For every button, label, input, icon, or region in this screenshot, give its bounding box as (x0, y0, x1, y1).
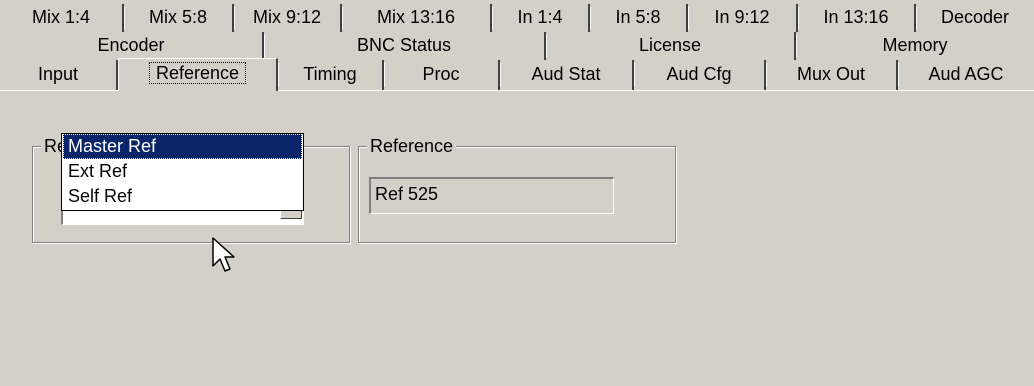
tab-label: Encoder (97, 35, 165, 55)
tab-label: In 5:8 (615, 7, 661, 27)
tab-label: Decoder (940, 7, 1010, 27)
tab-label: Timing (303, 64, 357, 84)
reference-value: Ref 525 (375, 184, 439, 204)
tab-label: Aud Cfg (666, 64, 732, 84)
tab-label: Mix 13:16 (376, 7, 456, 27)
tab-label: Input (37, 64, 79, 84)
tab-label: Mix 1:4 (31, 7, 91, 27)
mouse-pointer-icon (212, 237, 235, 272)
tab-label: In 13:16 (823, 7, 889, 27)
reference-group-title: Reference (367, 135, 457, 157)
tab-label: Mix 9:12 (252, 7, 322, 27)
tab-label: In 1:4 (517, 7, 563, 27)
tab-row-1: Mix 1:4 Mix 5:8 Mix 9:12 Mix 13:16 In 1:… (0, 4, 1034, 32)
tab-decoder[interactable]: Decoder (916, 4, 1034, 32)
tab-mix-9-12[interactable]: Mix 9:12 (234, 4, 342, 32)
tab-label: In 9:12 (714, 7, 770, 27)
reference-value-field: Ref 525 (369, 177, 614, 214)
tab-mix-1-4[interactable]: Mix 1:4 (0, 4, 124, 32)
tab-row-2: Encoder BNC Status License Memory (0, 32, 1034, 60)
dropdown-option-self-ref[interactable]: Self Ref (63, 184, 302, 209)
tab-bnc-status[interactable]: BNC Status (264, 32, 546, 60)
tab-license[interactable]: License (546, 32, 796, 60)
tab-label: Aud Stat (531, 64, 601, 84)
tab-aud-agc[interactable]: Aud AGC (898, 60, 1034, 90)
tab-memory[interactable]: Memory (796, 32, 1034, 60)
ref-source-dropdown-list: Master Ref Ext Ref Self Ref (61, 133, 304, 211)
tab-label: Proc (422, 64, 460, 84)
tab-timing[interactable]: Timing (278, 60, 384, 90)
tab-proc[interactable]: Proc (384, 60, 500, 90)
tab-reference[interactable]: Reference (118, 58, 278, 91)
dropdown-option-ext-ref[interactable]: Ext Ref (63, 159, 302, 184)
tab-in-13-16[interactable]: In 13:16 (798, 4, 916, 32)
tab-in-9-12[interactable]: In 9:12 (688, 4, 798, 32)
tab-aud-cfg[interactable]: Aud Cfg (634, 60, 766, 90)
tab-label: Memory (882, 35, 948, 55)
dropdown-option-master-ref[interactable]: Master Ref (63, 134, 302, 159)
tab-in-5-8[interactable]: In 5:8 (590, 4, 688, 32)
tab-row-3: Input Reference Timing Proc Aud Stat Aud… (0, 58, 1034, 91)
tab-label: License (638, 35, 702, 55)
tab-label: Aud AGC (928, 64, 1004, 84)
tab-label: Mix 5:8 (148, 7, 208, 27)
tab-aud-stat[interactable]: Aud Stat (500, 60, 634, 90)
tab-input[interactable]: Input (0, 60, 118, 90)
tab-encoder[interactable]: Encoder (0, 32, 264, 60)
tab-mix-5-8[interactable]: Mix 5:8 (124, 4, 234, 32)
tab-mux-out[interactable]: Mux Out (766, 60, 898, 90)
tab-in-1-4[interactable]: In 1:4 (492, 4, 590, 32)
tab-label: Mux Out (796, 64, 866, 84)
tab-label: Reference (148, 62, 247, 84)
tab-mix-13-16[interactable]: Mix 13:16 (342, 4, 492, 32)
tab-label: BNC Status (356, 35, 452, 55)
